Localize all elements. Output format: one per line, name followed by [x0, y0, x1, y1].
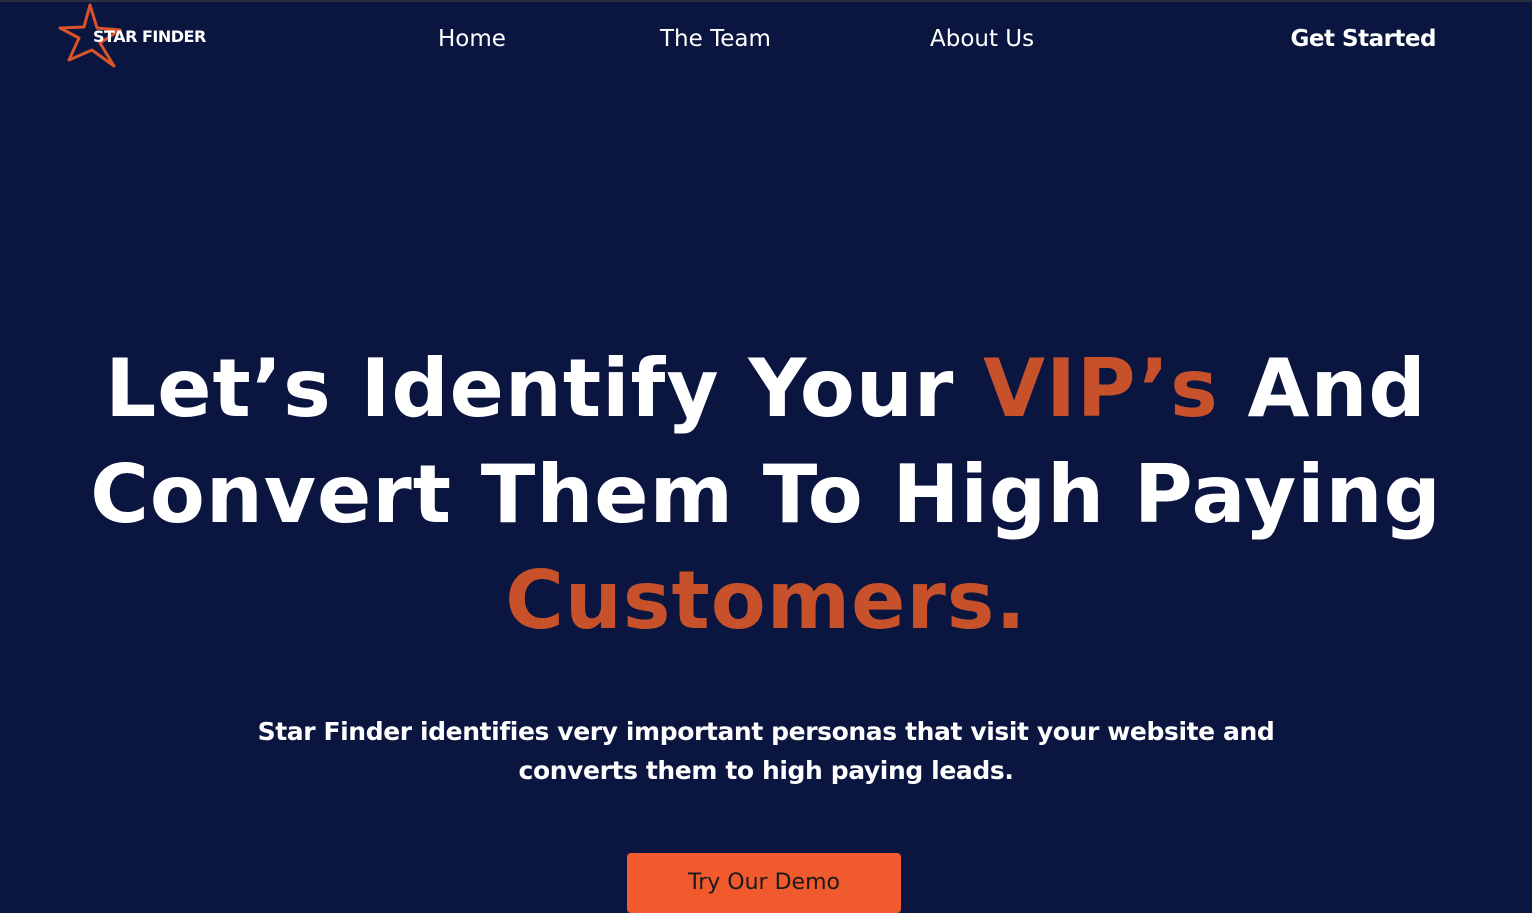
top-border — [0, 0, 1532, 2]
headline-text-1: Let’s Identify Your — [105, 342, 984, 435]
logo-text: Star Finder — [93, 27, 206, 46]
headline-accent-vips: VIP’s — [983, 342, 1219, 435]
nav-home[interactable]: Home — [438, 22, 506, 56]
nav-about-us[interactable]: About Us — [930, 22, 1034, 56]
get-started-link[interactable]: Get Started — [1291, 22, 1437, 56]
headline-accent-customers: Customers. — [505, 554, 1027, 647]
star-finder-logo[interactable]: Star Finder — [56, 2, 216, 70]
try-demo-button[interactable]: Try Our Demo — [627, 853, 901, 913]
hero-headline: Let’s Identify Your VIP’s And Convert Th… — [40, 336, 1492, 654]
hero-subtitle: Star Finder identifies very important pe… — [257, 717, 1275, 785]
nav-the-team[interactable]: The Team — [660, 22, 771, 56]
